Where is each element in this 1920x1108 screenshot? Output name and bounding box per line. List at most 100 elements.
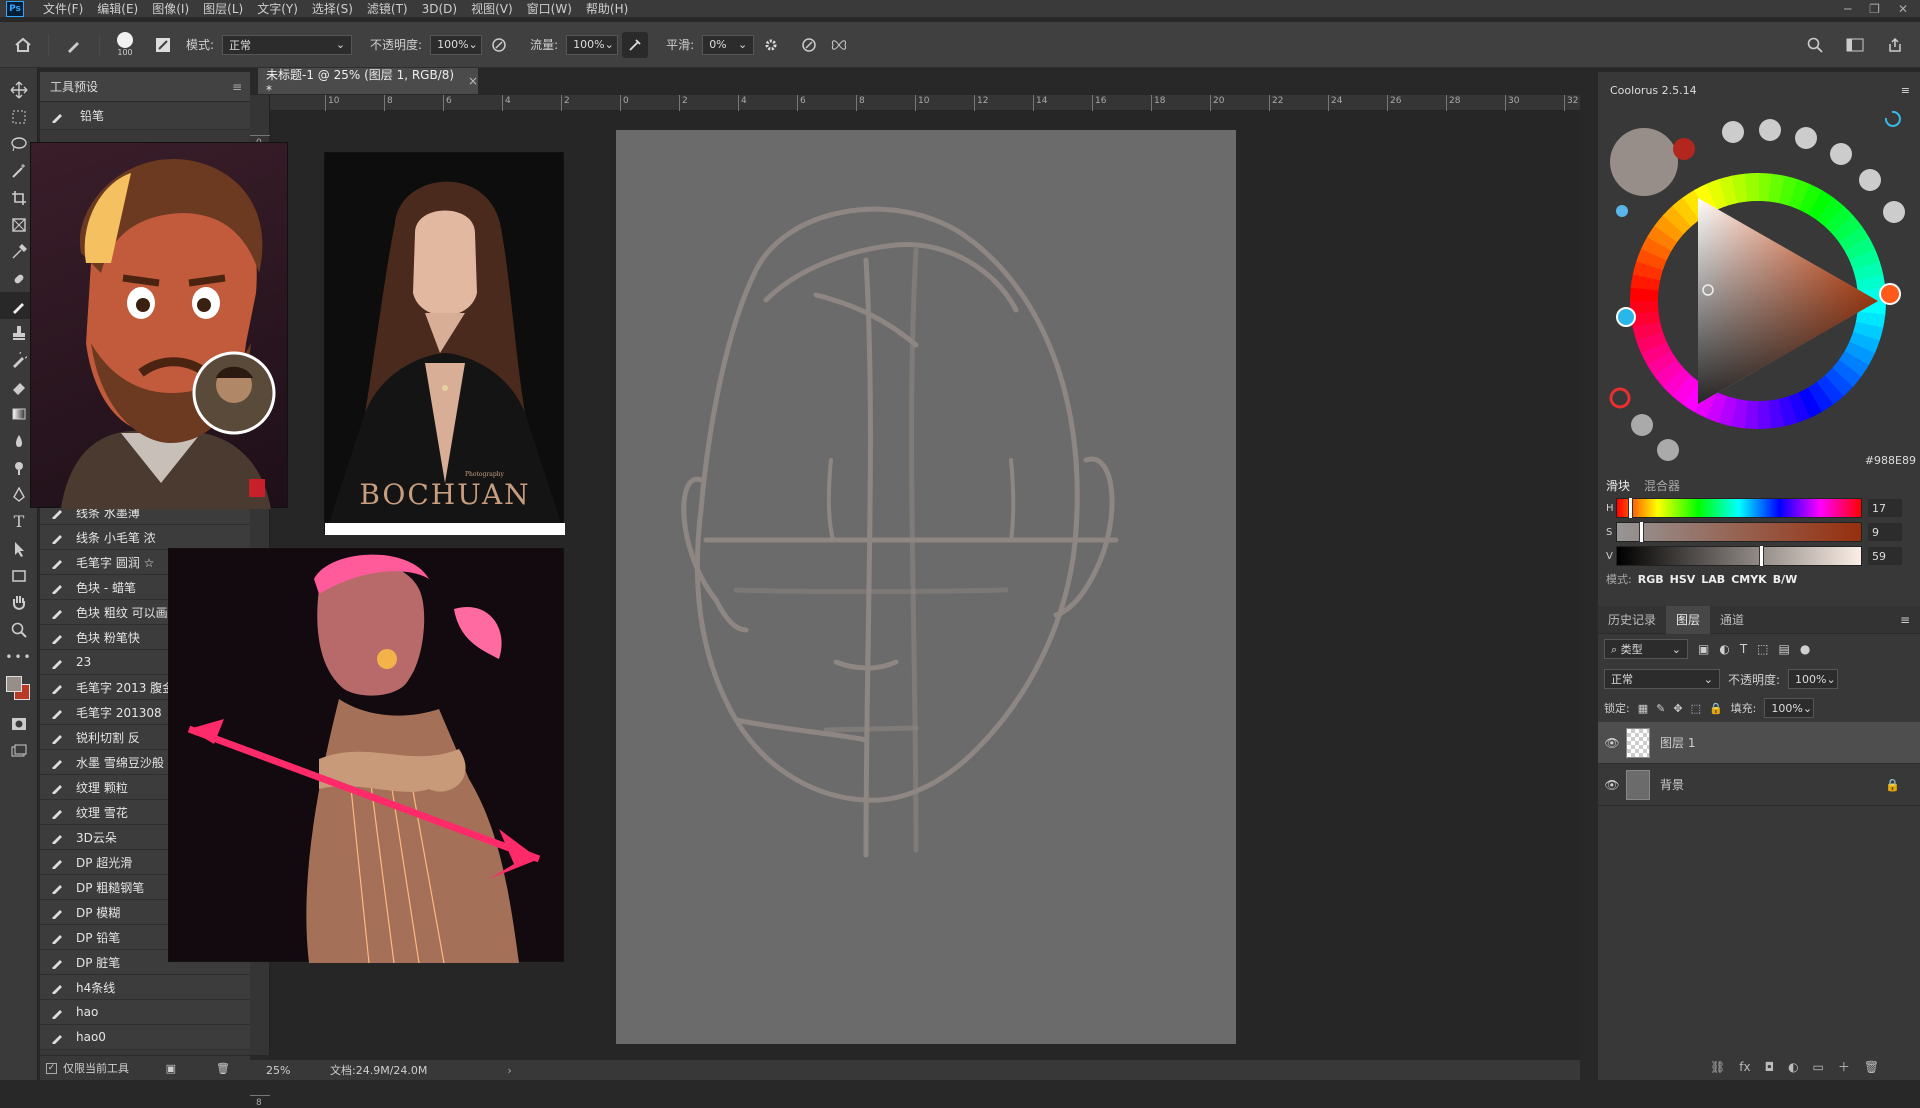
rgb-cycle-icon[interactable] bbox=[1609, 387, 1631, 409]
home-icon[interactable] bbox=[10, 32, 36, 58]
coolorus-color-wheel[interactable]: #988E89 bbox=[1598, 102, 1920, 472]
value-slider-thumb[interactable] bbox=[1758, 545, 1764, 567]
hand-tool-icon[interactable] bbox=[0, 589, 38, 616]
layer-opacity-dropdown[interactable]: 100% ⌄ bbox=[1788, 669, 1839, 689]
smoothing-dropdown[interactable]: 0% ⌄ bbox=[702, 34, 755, 55]
rectangle-tool-icon[interactable] bbox=[0, 562, 38, 589]
layer-style-fx-icon[interactable]: fx bbox=[1739, 1060, 1750, 1074]
reference-neon-illustration[interactable] bbox=[168, 548, 564, 963]
pressure-size-icon[interactable] bbox=[796, 32, 822, 58]
share-icon[interactable] bbox=[1882, 32, 1908, 58]
value-slider[interactable] bbox=[1616, 545, 1862, 567]
reference-cartoon-portrait[interactable] bbox=[30, 142, 288, 509]
filter-toggle-icon[interactable]: ● bbox=[1800, 642, 1810, 656]
brush-size-preview[interactable]: 100 bbox=[112, 32, 138, 57]
screen-mode-icon[interactable] bbox=[0, 737, 38, 764]
menu-item[interactable]: 窗口(W) bbox=[520, 0, 579, 18]
layers-tab[interactable]: 历史记录 bbox=[1598, 606, 1666, 634]
lock-image-icon[interactable]: ✎ bbox=[1656, 702, 1665, 715]
preset-item[interactable]: hao bbox=[40, 1000, 250, 1025]
filter-pixel-icon[interactable]: ▣ bbox=[1698, 642, 1709, 656]
menu-item[interactable]: 3D(D) bbox=[415, 0, 464, 18]
mixer-tab[interactable]: 混合器 bbox=[1644, 477, 1680, 494]
marquee-tool-icon[interactable] bbox=[0, 103, 38, 130]
preset-item[interactable]: hao0 bbox=[40, 1025, 250, 1050]
layer-lock-icon[interactable]: 🔒 bbox=[1885, 778, 1900, 792]
visibility-eye-icon[interactable]: 👁 bbox=[1598, 778, 1626, 792]
menu-item[interactable]: 滤镜(T) bbox=[360, 0, 415, 18]
lock-position-icon[interactable]: ✥ bbox=[1673, 702, 1682, 715]
hue-slider-thumb[interactable] bbox=[1628, 497, 1634, 519]
menu-item[interactable]: 选择(S) bbox=[305, 0, 360, 18]
reference-fashion-portrait[interactable]: BOCHUAN Photography bbox=[324, 152, 565, 535]
document-tab[interactable]: 未标题-1 @ 25% (图层 1, RGB/8) * × bbox=[258, 68, 478, 97]
blend-mode-dropdown[interactable]: 正常 ⌄ bbox=[1604, 669, 1720, 689]
workspace-icon[interactable] bbox=[1842, 32, 1868, 58]
slider-tab[interactable]: 滑块 bbox=[1606, 477, 1630, 494]
close-document-icon[interactable]: × bbox=[468, 74, 478, 88]
flow-dropdown[interactable]: 100% ⌄ bbox=[566, 34, 619, 55]
refresh-icon[interactable] bbox=[1884, 110, 1901, 127]
visibility-eye-icon[interactable]: 👁 bbox=[1598, 736, 1626, 750]
hex-value[interactable]: #988E89 bbox=[1865, 454, 1916, 467]
layers-tab[interactable]: 图层 bbox=[1666, 605, 1711, 634]
opacity-dropdown[interactable]: 100% ⌄ bbox=[430, 34, 483, 55]
layer-filter-dropdown[interactable]: ⌕ 类型 ⌄ bbox=[1604, 639, 1688, 659]
menu-item[interactable]: 视图(V) bbox=[464, 0, 520, 18]
hue-slider[interactable] bbox=[1616, 497, 1862, 519]
document-canvas[interactable] bbox=[616, 130, 1236, 1044]
previous-color-swatch[interactable] bbox=[1673, 138, 1695, 160]
foreground-color-swatch[interactable] bbox=[6, 676, 22, 692]
tool-presets-tab[interactable]: 工具预设 ≡ bbox=[40, 72, 250, 102]
menu-item[interactable]: 图像(I) bbox=[145, 0, 196, 18]
new-preset-icon[interactable]: ▣ bbox=[166, 1062, 176, 1075]
ps-logo[interactable]: Ps bbox=[6, 0, 24, 17]
new-group-icon[interactable]: ▭ bbox=[1813, 1060, 1824, 1074]
panel-menu-icon[interactable]: ≡ bbox=[1901, 84, 1910, 97]
close-icon[interactable]: ✕ bbox=[1898, 2, 1908, 16]
hue-value-input[interactable]: 17 bbox=[1868, 499, 1902, 517]
restore-icon[interactable]: ❐ bbox=[1869, 2, 1880, 16]
swatch-mode-icon[interactable] bbox=[1657, 439, 1679, 461]
fill-dropdown[interactable]: 100% ⌄ bbox=[1764, 698, 1815, 718]
lock-artboard-icon[interactable]: ⬚ bbox=[1691, 702, 1701, 715]
secondary-hue-marker[interactable] bbox=[1616, 307, 1636, 327]
layer-row[interactable]: 👁 背景 🔒 bbox=[1598, 764, 1920, 806]
zoom-level[interactable]: 25% bbox=[250, 1064, 310, 1077]
preset-item[interactable]: 线条 小毛笔 浓 bbox=[40, 525, 250, 550]
symmetry-butterfly-icon[interactable] bbox=[826, 32, 852, 58]
airbrush-icon[interactable] bbox=[622, 31, 649, 58]
quick-mask-icon[interactable] bbox=[0, 710, 38, 737]
filter-type-icon[interactable]: T bbox=[1740, 642, 1747, 656]
preset-item[interactable]: h4条线 bbox=[40, 975, 250, 1000]
add-mask-icon[interactable]: ◘ bbox=[1765, 1060, 1775, 1074]
menu-item[interactable]: 文件(F) bbox=[36, 0, 90, 18]
adjustment-layer-icon[interactable]: ◐ bbox=[1788, 1060, 1798, 1074]
menu-item[interactable]: 编辑(E) bbox=[90, 0, 145, 18]
type-tool-icon[interactable]: T bbox=[0, 508, 38, 535]
hue-marker[interactable] bbox=[1879, 283, 1901, 305]
current-color-swatch[interactable] bbox=[1610, 128, 1678, 196]
layers-tab[interactable]: 通道 bbox=[1710, 606, 1754, 634]
filter-adjustment-icon[interactable]: ◐ bbox=[1719, 642, 1729, 656]
saturation-slider[interactable] bbox=[1616, 521, 1862, 543]
status-arrow-icon[interactable]: › bbox=[507, 1064, 511, 1077]
delete-layer-icon[interactable]: 🗑 bbox=[1864, 1060, 1879, 1074]
lock-transparent-icon[interactable]: ▦ bbox=[1638, 702, 1648, 715]
menu-item[interactable]: 图层(L) bbox=[196, 0, 250, 18]
link-layers-icon[interactable]: ⛓ bbox=[1710, 1060, 1725, 1074]
light-icon[interactable] bbox=[1616, 205, 1628, 217]
brush-panel-toggle-icon[interactable] bbox=[150, 32, 176, 58]
menu-item[interactable]: 帮助(H) bbox=[579, 0, 635, 18]
value-value-input[interactable]: 59 bbox=[1868, 547, 1902, 565]
panel-menu-icon[interactable]: ≡ bbox=[1900, 613, 1910, 627]
color-mode-option[interactable]: HSV bbox=[1670, 573, 1696, 586]
filter-shape-icon[interactable]: ⬚ bbox=[1757, 642, 1768, 656]
color-mode-option[interactable]: B/W bbox=[1773, 573, 1798, 586]
layer-name[interactable]: 图层 1 bbox=[1660, 734, 1695, 751]
color-mode-option[interactable]: RGB bbox=[1638, 573, 1664, 586]
harmony-icon[interactable] bbox=[1631, 414, 1653, 436]
search-icon[interactable] bbox=[1802, 32, 1828, 58]
color-mode-option[interactable]: LAB bbox=[1701, 573, 1725, 586]
pressure-opacity-icon[interactable] bbox=[486, 32, 512, 58]
